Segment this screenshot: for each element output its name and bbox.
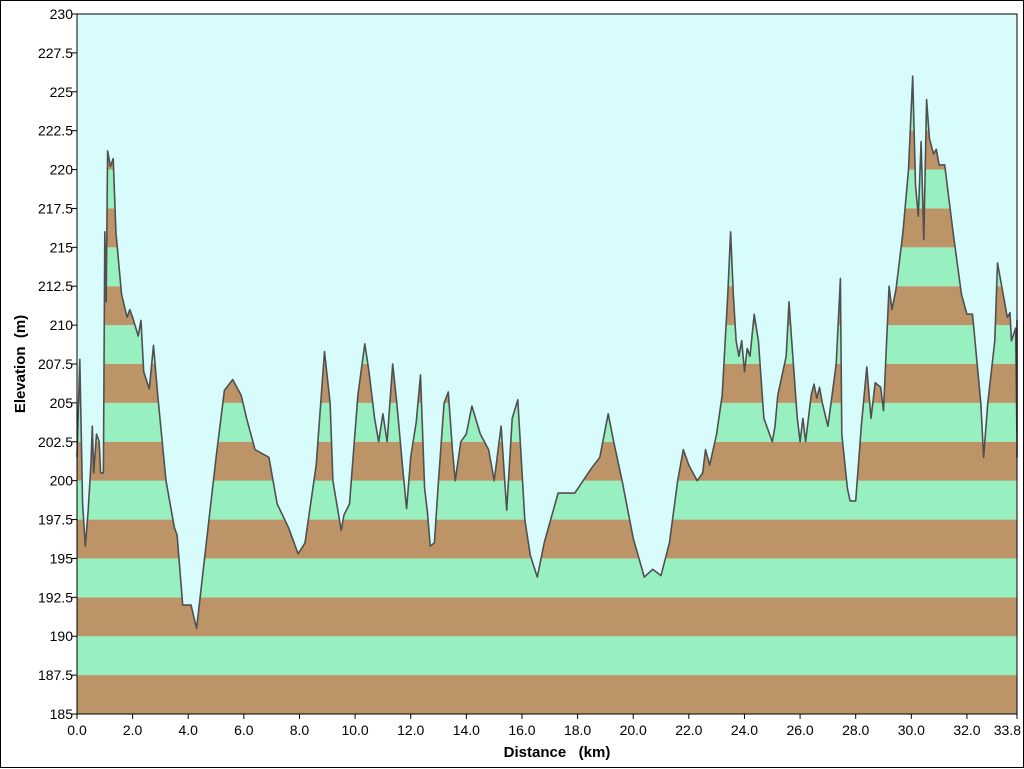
elevation-band — [77, 636, 1017, 676]
y-axis-title: Elevation (m) — [12, 315, 29, 413]
x-tick-label: 24.0 — [731, 722, 758, 738]
elevation-band — [77, 597, 1017, 637]
elevation-band — [77, 558, 1017, 598]
y-tick-label: 210 — [50, 317, 74, 333]
elevation-band — [77, 675, 1017, 714]
x-tick-label: 26.0 — [786, 722, 813, 738]
y-tick-label: 207.5 — [38, 356, 73, 372]
y-tick-label: 190 — [50, 628, 74, 644]
elevation-chart: 185 187.5 190 192.5 195 197.5 200 202.5 205 207.5… — [0, 0, 1024, 768]
y-tick-label: 212.5 — [38, 278, 73, 294]
y-tick-label: 225 — [50, 84, 74, 100]
y-tick-label: 195 — [50, 550, 74, 566]
y-tick-label: 220 — [50, 162, 74, 178]
x-tick-label: 6.0 — [234, 722, 254, 738]
y-tick-label: 227.5 — [38, 45, 73, 61]
x-tick-label: 4.0 — [179, 722, 199, 738]
y-tick-label: 187.5 — [38, 667, 73, 683]
y-tick-label: 192.5 — [38, 589, 73, 605]
y-tick-label: 230 — [50, 6, 74, 22]
y-tick-label: 185 — [50, 706, 74, 722]
y-tick-label: 215 — [50, 239, 74, 255]
x-tick-label: 2.0 — [123, 722, 143, 738]
x-tick-label: 12.0 — [397, 722, 424, 738]
y-tick-label: 217.5 — [38, 200, 73, 216]
x-tick-label: 0.0 — [67, 722, 87, 738]
x-tick-label: 18.0 — [564, 722, 591, 738]
y-tick-label: 205 — [50, 395, 74, 411]
x-tick-label: 33.8 — [994, 722, 1021, 738]
y-tick-label: 200 — [50, 473, 74, 489]
y-tick-label: 222.5 — [38, 123, 73, 139]
x-tick-label: 16.0 — [508, 722, 535, 738]
x-tick-label: 20.0 — [620, 722, 647, 738]
x-tick-label: 28.0 — [842, 722, 869, 738]
x-tick-label: 22.0 — [675, 722, 702, 738]
x-axis-title: Distance (km) — [504, 744, 611, 761]
y-tick-label: 197.5 — [38, 512, 73, 528]
x-tick-label: 8.0 — [290, 722, 310, 738]
y-axis: 185 187.5 190 192.5 195 197.5 200 202.5 205 207.5… — [38, 6, 77, 722]
x-tick-label: 32.0 — [953, 722, 980, 738]
x-tick-label: 10.0 — [341, 722, 368, 738]
x-tick-label: 14.0 — [453, 722, 480, 738]
chart-svg: 185 187.5 190 192.5 195 197.5 200 202.5 205 207.5… — [12, 6, 1021, 761]
x-axis: 0.0 2.0 4.0 6.0 8.0 10.0 12.0 14.0 16.0 18.0 20.0 2… — [67, 714, 1021, 738]
x-tick-label: 30.0 — [898, 722, 925, 738]
y-tick-label: 202.5 — [38, 434, 73, 450]
